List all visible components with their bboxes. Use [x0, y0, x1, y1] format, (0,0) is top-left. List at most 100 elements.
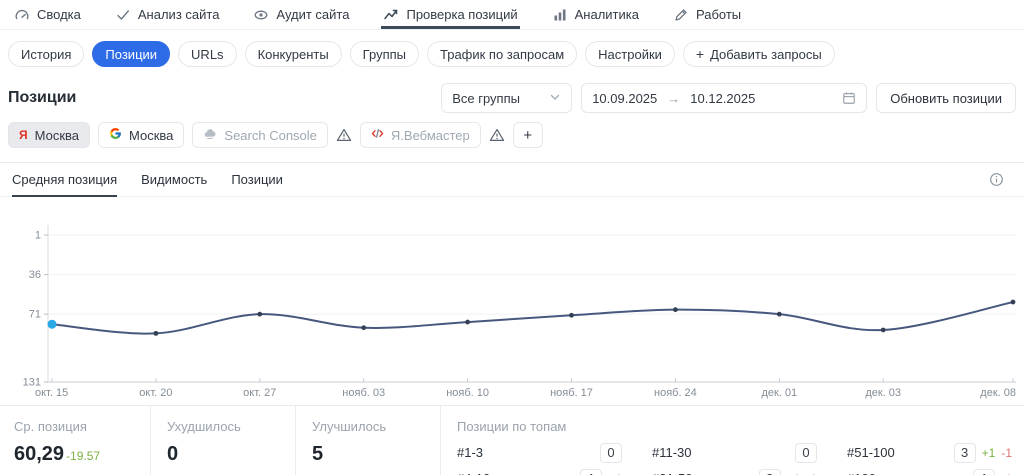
subnav-urls[interactable]: URLs — [178, 41, 237, 67]
stat-label: Улучшилось — [312, 419, 424, 434]
group-select-value: Все группы — [452, 91, 520, 106]
warning-icon[interactable] — [489, 127, 505, 143]
section-nav: История Позиции URLs Конкуренты Группы Т… — [0, 30, 1024, 76]
top-range-100plus: #100+ 1-1 — [847, 468, 1012, 475]
filter-controls: Все группы 10.09.2025 → 10.12.2025 Обнов… — [441, 83, 1016, 113]
page-header: Позиции Все группы 10.09.2025 → 10.12.20… — [8, 82, 1016, 114]
svg-text:1: 1 — [35, 230, 41, 242]
engine-yandex-moscow[interactable]: Я Москва — [8, 122, 90, 148]
svg-text:36: 36 — [29, 269, 41, 281]
yandex-icon: Я — [19, 128, 28, 142]
top-range-51-100: #51-100 3+1-1 — [847, 442, 1012, 463]
plus-icon: + — [696, 46, 704, 62]
check-icon — [115, 7, 131, 23]
main-nav: Сводка Анализ сайта Аудит сайта Проверка… — [0, 0, 1024, 30]
line-chart-icon — [383, 7, 399, 23]
stat-tops: Позиции по топам #1-3 0 #4-10 1+1 #11-30… — [440, 406, 1024, 475]
stat-label: Позиции по топам — [457, 419, 1012, 434]
top-range-4-10: #4-10 1+1 — [457, 468, 622, 475]
date-range-picker[interactable]: 10.09.2025 → 10.12.2025 — [581, 83, 867, 113]
nav-item-analitika[interactable]: Аналитика — [552, 0, 639, 29]
chart-tabs: Средняя позиция Видимость Позиции — [0, 163, 1024, 197]
search-engines-bar: Я Москва Москва Search Console — [0, 122, 1024, 162]
svg-text:дек. 01: дек. 01 — [761, 387, 797, 399]
nav-item-raboty[interactable]: Работы — [673, 0, 741, 29]
bar-chart-icon — [552, 7, 568, 23]
info-icon[interactable] — [989, 172, 1004, 187]
nav-item-label: Аудит сайта — [276, 7, 349, 22]
tops-grid: #1-3 0 #4-10 1+1 #11-30 0 #31-50 2+1-1 #… — [457, 442, 1012, 475]
engine-search-console[interactable]: Search Console — [192, 122, 328, 148]
stat-value: 5 — [312, 443, 424, 466]
stat-average-position: Ср. позиция 60,29-19.57 — [0, 406, 150, 475]
arrow-right-icon: → — [667, 91, 680, 106]
svg-text:нояб. 17: нояб. 17 — [550, 387, 593, 399]
stat-improved: Улучшилось 5 — [295, 406, 440, 475]
nav-item-label: Аналитика — [575, 7, 639, 22]
svg-text:окт. 20: окт. 20 — [139, 387, 172, 399]
subnav-trafik[interactable]: Трафик по запросам — [427, 41, 577, 67]
subnav-pozitsii[interactable]: Позиции — [92, 41, 170, 67]
add-queries-button[interactable]: + Добавить запросы — [683, 41, 835, 67]
top-range-1-3: #1-3 0 — [457, 442, 622, 463]
top-value: 3 — [954, 443, 976, 463]
svg-text:нояб. 24: нояб. 24 — [654, 387, 697, 399]
positions-card: Средняя позиция Видимость Позиции 1 36 71 1… — [0, 162, 1024, 475]
tab-positions[interactable]: Позиции — [231, 163, 283, 196]
svg-text:окт. 15: окт. 15 — [35, 387, 68, 399]
nav-item-audit-saita[interactable]: Аудит сайта — [253, 0, 349, 29]
top-range-11-30: #11-30 0 — [652, 442, 817, 463]
svg-text:дек. 03: дек. 03 — [865, 387, 901, 399]
date-to: 10.12.2025 — [690, 91, 755, 106]
subnav-nastroiki[interactable]: Настройки — [585, 41, 675, 67]
calendar-icon — [842, 91, 856, 105]
search-console-icon — [203, 127, 217, 144]
engine-google-moscow[interactable]: Москва — [98, 122, 184, 148]
svg-text:нояб. 10: нояб. 10 — [446, 387, 489, 399]
svg-text:нояб. 03: нояб. 03 — [342, 387, 385, 399]
tab-average-position[interactable]: Средняя позиция — [12, 163, 117, 196]
stat-worsened: Ухудшилось 0 — [150, 406, 295, 475]
stat-label: Ср. позиция — [14, 419, 134, 434]
svg-text:окт. 27: окт. 27 — [243, 387, 276, 399]
pen-icon — [673, 7, 689, 23]
top-range-31-50: #31-50 2+1-1 — [652, 468, 817, 475]
plus-icon: + — [523, 127, 532, 144]
top-value: 1 — [580, 469, 602, 475]
top-delta-up: +1 — [982, 446, 996, 460]
add-search-engine-button[interactable]: + — [513, 122, 543, 148]
nav-item-label: Сводка — [37, 7, 81, 22]
top-delta-up: +1 — [608, 472, 622, 475]
top-value: 0 — [600, 443, 622, 463]
top-value: 2 — [759, 469, 781, 475]
page-title: Позиции — [8, 89, 76, 107]
subnav-istoriya[interactable]: История — [8, 41, 84, 67]
google-icon — [109, 127, 122, 143]
nav-item-analiz-saita[interactable]: Анализ сайта — [115, 0, 220, 29]
chevron-down-icon — [549, 91, 561, 106]
gauge-icon — [14, 7, 30, 23]
nav-item-proverka-pozitsiy[interactable]: Проверка позиций — [383, 0, 517, 29]
date-from: 10.09.2025 — [592, 91, 657, 106]
nav-item-svodka[interactable]: Сводка — [14, 0, 81, 29]
stats-bar: Ср. позиция 60,29-19.57 Ухудшилось 0 Улу… — [0, 405, 1024, 475]
tab-visibility[interactable]: Видимость — [141, 163, 207, 196]
webmaster-icon — [371, 127, 384, 143]
nav-item-label: Анализ сайта — [138, 7, 220, 22]
subnav-konkurenty[interactable]: Конкуренты — [245, 41, 342, 67]
top-delta-down: -1 — [806, 472, 817, 475]
group-select[interactable]: Все группы — [441, 83, 572, 113]
nav-item-label: Работы — [696, 7, 741, 22]
top-delta-down: -1 — [1001, 472, 1012, 475]
update-positions-button[interactable]: Обновить позиции — [876, 83, 1016, 113]
warning-icon[interactable] — [336, 127, 352, 143]
stat-value: 0 — [167, 443, 279, 466]
subnav-gruppy[interactable]: Группы — [350, 41, 419, 67]
svg-text:71: 71 — [29, 309, 41, 321]
engine-ya-webmaster[interactable]: Я.Вебмастер — [360, 122, 481, 148]
top-value: 1 — [973, 469, 995, 475]
stat-delta: -19.57 — [66, 449, 100, 463]
eye-icon — [253, 7, 269, 23]
svg-text:дек. 08: дек. 08 — [980, 387, 1016, 399]
top-value: 0 — [795, 443, 817, 463]
